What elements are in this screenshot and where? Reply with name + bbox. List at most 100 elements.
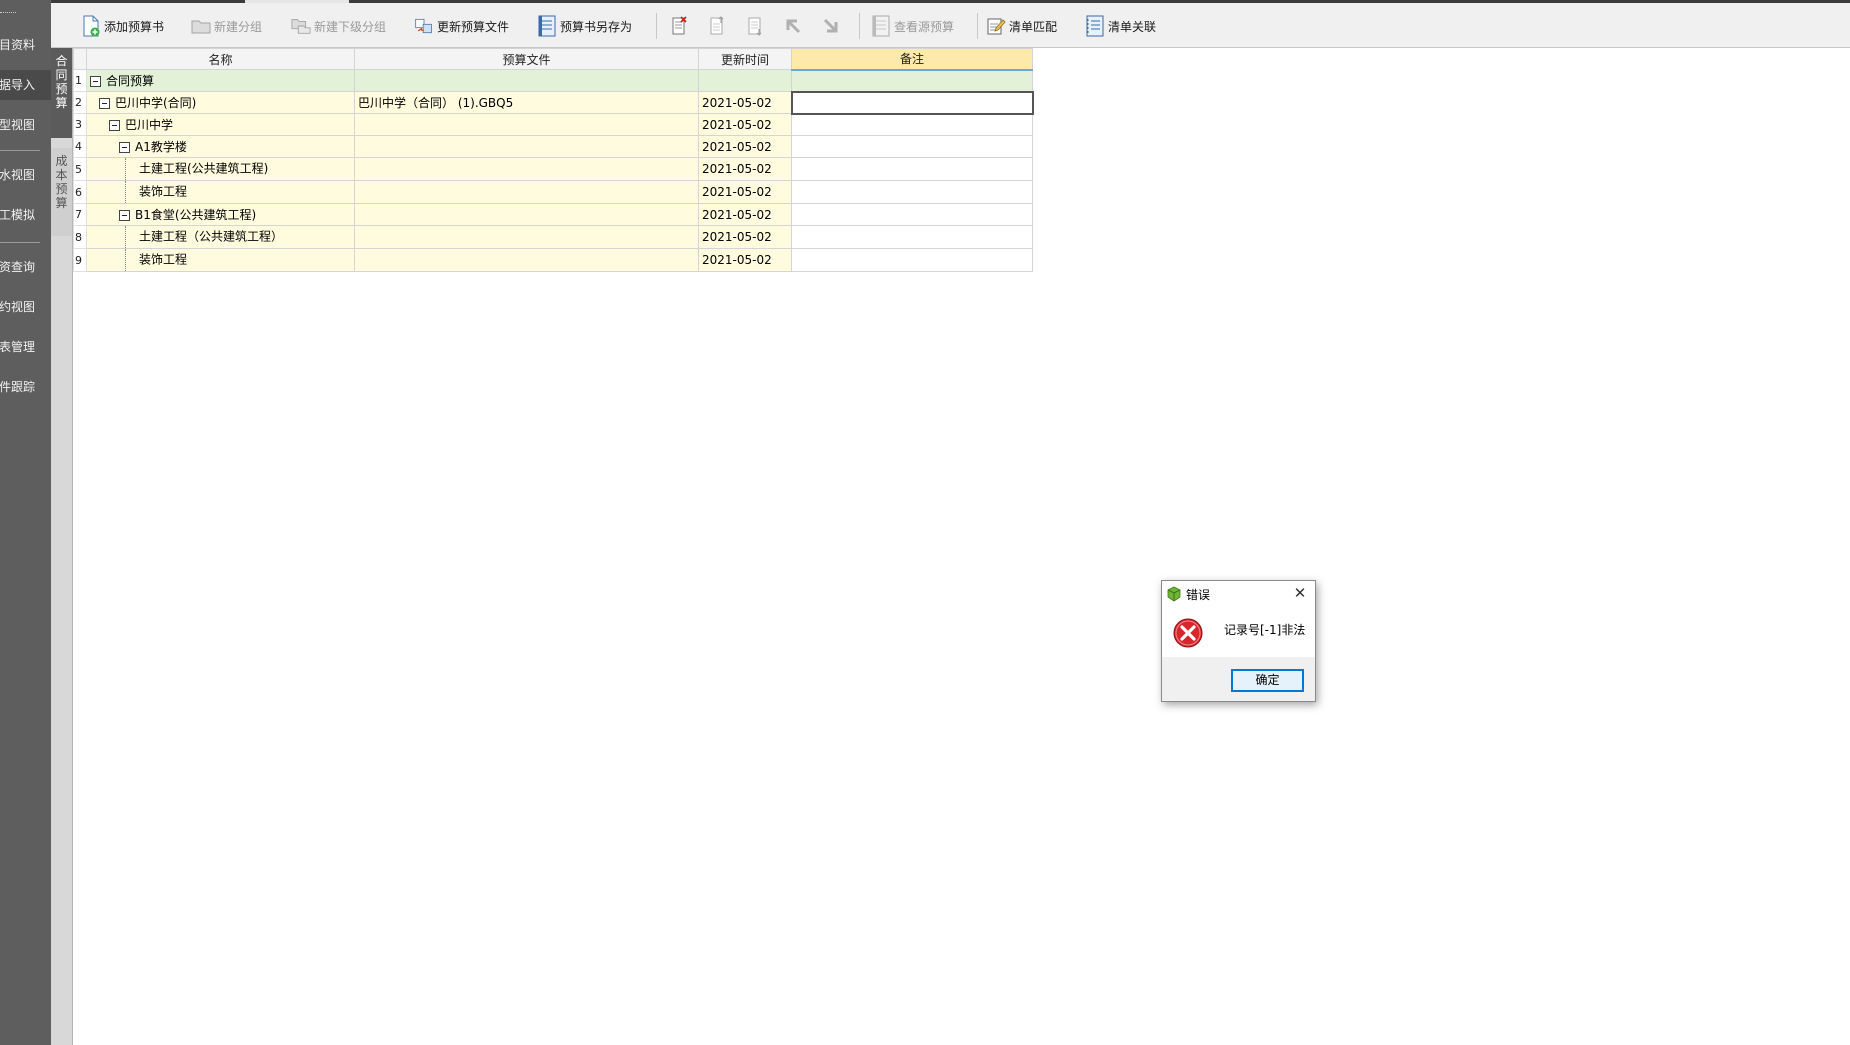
update-time-cell[interactable]: 2021-05-02 [698,248,792,272]
update-time-cell[interactable]: 2021-05-02 [698,91,792,114]
note-cell[interactable] [791,225,1033,249]
note-cell[interactable] [791,157,1033,181]
table-row[interactable]: 2 巴川中学(合同) 巴川中学（合同） (1).GBQ5 2021-05-02 [73,90,1034,115]
collapse-icon[interactable] [119,142,130,153]
note-cell[interactable] [791,113,1033,136]
update-time-cell[interactable]: 2021-05-02 [698,135,792,158]
note-cell[interactable] [791,203,1033,226]
delete-row-button[interactable] [669,12,692,40]
note-cell[interactable] [791,135,1033,158]
budget-file-cell[interactable] [354,203,699,226]
update-time-cell[interactable] [698,69,792,92]
table-row[interactable]: 6 装饰工程 2021-05-02 [73,180,1033,204]
collapse-icon[interactable] [119,210,130,221]
view-doc-icon [871,15,891,37]
note-cell[interactable] [791,248,1033,272]
dialog-title: 错误 [1186,588,1211,602]
note-cell[interactable] [791,180,1033,204]
move-up-button[interactable] [707,12,730,40]
budget-file-cell[interactable] [354,225,699,249]
tab-cost-budget[interactable]: 成本预算 [51,148,72,236]
update-time-cell[interactable]: 2021-05-02 [698,203,792,226]
note-cell[interactable] [791,69,1033,92]
table-row[interactable]: 7 B1食堂(公共建筑工程) 2021-05-02 [73,203,1033,226]
save-budget-as-button[interactable]: 预算书另存为 [537,12,632,40]
dialog-message: 记录号[-1]非法 [1224,623,1306,637]
new-subgroup-button[interactable]: 新建下级分组 [291,12,386,40]
sidebar-item-data-import[interactable]: 数据导入 [0,70,51,100]
move-up-icon [707,15,727,37]
update-file-icon [414,15,434,37]
note-cell[interactable] [790,90,1034,115]
name-cell[interactable]: 土建工程（公共建筑工程） [86,225,355,249]
list-link-label: 清单关联 [1108,19,1157,34]
table-row[interactable]: 5 土建工程(公共建筑工程) 2021-05-02 [73,157,1033,181]
update-time-cell[interactable]: 2021-05-02 [698,113,792,136]
save-as-icon [537,15,557,37]
sidebar-item-contract-view[interactable]: 合约视图 [0,292,51,322]
list-match-button[interactable]: 清单匹配 [986,12,1057,40]
collapse-icon[interactable] [99,98,110,109]
new-group-button[interactable]: 新建分组 [191,12,262,40]
dialog-title-bar[interactable]: 错误 ✕ [1162,581,1315,607]
tree-connector [125,158,139,180]
view-source-budget-button[interactable]: 查看源预算 [871,12,954,40]
name-cell[interactable]: 巴川中学(合同) [86,91,355,114]
sidebar-item-construction-sim[interactable]: 施工模拟 [0,200,51,230]
row-number: 3 [73,113,87,136]
table-row[interactable]: 8 土建工程（公共建筑工程） 2021-05-02 [73,225,1033,249]
ok-button[interactable]: 确定 [1231,669,1304,692]
move-down-icon [745,15,765,37]
name-cell[interactable]: B1食堂(公共建筑工程) [86,203,355,226]
sidebar-item-report-manage[interactable]: 报表管理 [0,332,51,362]
move-down-button[interactable] [745,12,768,40]
collapse-icon[interactable] [90,76,101,87]
add-budget-button[interactable]: 添加预算书 [81,12,164,40]
row-number: 8 [73,225,87,249]
table-row[interactable]: 1 合同预算 [73,69,1033,92]
update-budget-file-button[interactable]: 更新预算文件 [414,12,509,40]
toolbar: 添加预算书 新建分组 新建下级分组 更新预算文件 预算书另存为 查看源预算 清单… [51,3,1850,48]
budget-file-cell[interactable] [354,69,699,92]
budget-file-cell[interactable] [354,157,699,181]
level-down-button[interactable] [821,12,844,40]
tree-connector [125,249,139,271]
name-cell[interactable]: 土建工程(公共建筑工程) [86,157,355,181]
name-cell[interactable]: 装饰工程 [86,180,355,204]
sidebar-item-component-track[interactable]: 构件跟踪 [0,372,51,402]
name-cell[interactable]: 合同预算 [86,69,355,92]
table-row[interactable]: 3 巴川中学 2021-05-02 [73,113,1033,136]
name-cell[interactable]: 巴川中学 [86,113,355,136]
budget-grid: 名称 预算文件 更新时间 备注 1 合同预算 2 巴川中学(合同) 巴川中学（合… [73,48,1034,272]
level-up-button[interactable] [783,12,806,40]
budget-file-cell[interactable] [354,135,699,158]
close-icon[interactable]: ✕ [1291,584,1309,602]
name-cell[interactable]: A1教学楼 [86,135,355,158]
table-row[interactable]: 9 装饰工程 2021-05-02 [73,248,1033,272]
sidebar-item-model-view[interactable]: 模型视图 [0,110,51,140]
tab-contract-budget[interactable]: 合同预算 [51,48,72,138]
table-row[interactable]: 4 A1教学楼 2021-05-02 [73,135,1033,158]
update-time-cell[interactable]: 2021-05-02 [698,180,792,204]
app-window: 项目资料 数据导入 模型视图 流水视图 施工模拟 物资查询 合约视图 报表管理 … [0,0,1850,1045]
sidebar-grip [0,12,16,14]
name-text: 土建工程（公共建筑工程） [139,229,284,244]
error-icon [1172,617,1204,652]
column-header-update-time[interactable]: 更新时间 [698,48,792,70]
update-time-cell[interactable]: 2021-05-02 [698,225,792,249]
column-header-note[interactable]: 备注 [791,48,1033,71]
budget-file-cell[interactable]: 巴川中学（合同） (1).GBQ5 [354,91,699,114]
column-header-budget-file[interactable]: 预算文件 [354,48,699,70]
budget-file-cell[interactable] [354,180,699,204]
collapse-icon[interactable] [109,120,120,131]
budget-file-cell[interactable] [354,248,699,272]
sidebar-item-flow-view[interactable]: 流水视图 [0,160,51,190]
list-link-button[interactable]: 清单关联 [1085,12,1156,40]
sidebar-item-material-query[interactable]: 物资查询 [0,252,51,282]
update-time-cell[interactable]: 2021-05-02 [698,157,792,181]
sidebar-item-project-info[interactable]: 项目资料 [0,30,51,60]
update-budget-file-label: 更新预算文件 [437,19,510,34]
name-cell[interactable]: 装饰工程 [86,248,355,272]
column-header-name[interactable]: 名称 [86,48,355,70]
budget-file-cell[interactable] [354,113,699,136]
